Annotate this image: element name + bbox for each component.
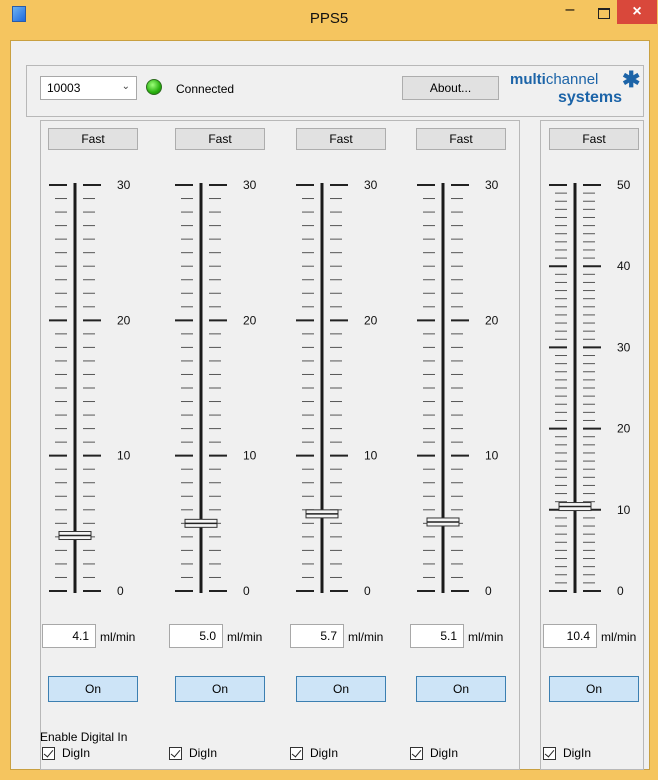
tick-label: 10 — [364, 449, 378, 463]
tick-label: 0 — [364, 584, 371, 598]
tick-label: 0 — [617, 584, 624, 598]
tick-label: 30 — [117, 178, 131, 192]
slider-thumb[interactable] — [558, 502, 592, 512]
tick-label: 10 — [617, 503, 631, 517]
tick-label: 0 — [243, 584, 250, 598]
tick-label: 20 — [243, 313, 257, 327]
slider-thumb[interactable] — [184, 518, 218, 528]
tick-label: 50 — [617, 178, 631, 192]
tick-label: 10 — [117, 449, 131, 463]
sliders-canvas: 30 20 10 0 30 20 10 0 30 20 10 0 30 20 10 0 50 40 30 20 10 0 — [49, 178, 631, 598]
slider-thumb[interactable] — [426, 517, 460, 527]
slider-thumb[interactable] — [58, 531, 92, 541]
tick-label: 30 — [485, 178, 499, 192]
tick-label: 20 — [364, 313, 378, 327]
slider-thumb[interactable] — [305, 509, 339, 519]
tick-label: 20 — [485, 313, 499, 327]
tick-label: 20 — [117, 313, 131, 327]
tick-label: 30 — [243, 178, 257, 192]
tick-label: 30 — [364, 178, 378, 192]
tick-label: 20 — [617, 422, 631, 436]
tick-label: 10 — [243, 449, 257, 463]
tick-label: 30 — [617, 340, 631, 354]
tick-label: 0 — [117, 584, 124, 598]
tick-label: 10 — [485, 449, 499, 463]
tick-label: 40 — [617, 259, 631, 273]
tick-label: 0 — [485, 584, 492, 598]
